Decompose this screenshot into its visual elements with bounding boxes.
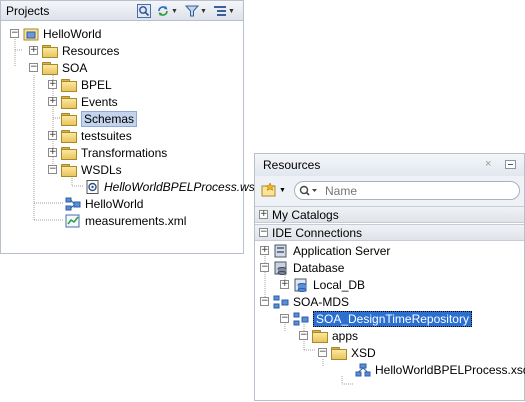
collapse-icon[interactable]: − bbox=[10, 29, 19, 38]
tree-item-resources[interactable]: + Resources bbox=[29, 42, 119, 59]
tree-item-database[interactable]: − Database bbox=[260, 259, 344, 276]
tree-item-helloworld-project[interactable]: − HelloWorld bbox=[10, 25, 101, 42]
tree-item-measurements[interactable]: measurements.xml bbox=[65, 212, 186, 229]
collapse-icon[interactable]: − bbox=[48, 165, 57, 174]
tree-item-label: Events bbox=[81, 94, 118, 109]
tree-item-label: Resources bbox=[62, 43, 120, 58]
tree-item-label: measurements.xml bbox=[85, 213, 187, 228]
tree-item-label: apps bbox=[332, 328, 359, 343]
tree-item-label: Schemas bbox=[81, 110, 138, 127]
collapse-icon[interactable]: − bbox=[299, 331, 308, 340]
expand-icon[interactable]: + bbox=[48, 131, 57, 140]
tree-item-label: WSDLs bbox=[81, 162, 122, 177]
tree-item-transformations[interactable]: + Transformations bbox=[48, 144, 167, 161]
tree-item-soa-designtime-repository[interactable]: − SOA_DesignTimeRepository bbox=[280, 310, 472, 327]
tree-item-apps[interactable]: − apps bbox=[299, 327, 358, 344]
tree-item-label: BPEL bbox=[81, 77, 112, 92]
database-icon bbox=[274, 261, 287, 275]
folder-icon bbox=[61, 112, 77, 126]
db-connection-icon bbox=[294, 278, 307, 292]
folder-icon bbox=[61, 146, 77, 160]
tree-item-label: Transformations bbox=[81, 145, 168, 160]
tree-item-schemas[interactable]: Schemas bbox=[61, 110, 138, 127]
tree-item-xsd[interactable]: − XSD bbox=[318, 344, 376, 361]
folder-icon bbox=[61, 163, 77, 177]
tree-item-label: SOA_DesignTimeRepository bbox=[313, 310, 472, 327]
tree-item-events[interactable]: + Events bbox=[48, 93, 118, 110]
tree-item-label: XSD bbox=[351, 345, 376, 360]
expand-icon[interactable]: + bbox=[280, 280, 289, 289]
tree-item-label: HelloWorld bbox=[85, 196, 144, 211]
tree-item-label: SOA-MDS bbox=[293, 294, 350, 309]
xsd-file-icon bbox=[355, 363, 371, 376]
tree-item-bpel[interactable]: + BPEL bbox=[48, 76, 112, 93]
project-icon bbox=[23, 28, 39, 40]
expand-icon[interactable]: + bbox=[29, 46, 38, 55]
xml-chart-file-icon bbox=[65, 214, 80, 227]
expand-icon[interactable]: + bbox=[48, 148, 57, 157]
tree-item-wsdl-file[interactable]: HelloWorldBPELProcess.wsdl bbox=[86, 178, 264, 195]
folder-icon bbox=[331, 346, 347, 360]
tree-item-testsuites[interactable]: + testsuites bbox=[48, 127, 132, 144]
tree-item-composite[interactable]: HelloWorld bbox=[65, 195, 143, 212]
folder-icon bbox=[61, 129, 77, 143]
tree-item-label: testsuites bbox=[81, 128, 132, 143]
collapse-icon[interactable]: − bbox=[280, 314, 289, 323]
folder-icon bbox=[61, 95, 77, 109]
tree-item-local-db[interactable]: + Local_DB bbox=[280, 276, 365, 293]
composite-icon bbox=[65, 197, 81, 210]
repository-icon bbox=[293, 312, 309, 325]
tree-item-label: HelloWorld bbox=[43, 26, 102, 41]
wsdl-file-icon bbox=[86, 179, 99, 194]
tree-item-wsdls[interactable]: − WSDLs bbox=[48, 161, 122, 178]
tree-item-label: HelloWorldBPELProcess.wsdl bbox=[104, 179, 265, 194]
collapse-icon[interactable]: − bbox=[260, 297, 269, 306]
projects-panel: Projects ▼ ▼ ▼ − HelloWorld + Resources … bbox=[0, 0, 264, 254]
tree-item-label: HelloWorldBPELProcess.xsd bbox=[375, 362, 525, 377]
expand-icon[interactable]: + bbox=[48, 80, 57, 89]
tree-item-label: Application Server bbox=[293, 243, 391, 258]
tree-item-label: Database bbox=[293, 260, 345, 275]
tree-item-soa[interactable]: − SOA bbox=[29, 59, 87, 76]
tree-item-label: Local_DB bbox=[313, 277, 366, 292]
expand-icon[interactable]: + bbox=[48, 97, 57, 106]
collapse-icon[interactable]: − bbox=[29, 63, 38, 72]
tree-item-application-server[interactable]: + Application Server bbox=[260, 242, 390, 259]
collapse-icon[interactable]: − bbox=[260, 263, 269, 272]
tree-item-xsd-file[interactable]: HelloWorldBPELProcess.xsd bbox=[355, 361, 525, 378]
tree-item-soa-mds[interactable]: − SOA-MDS bbox=[260, 293, 349, 310]
resources-panel: Resources × ▼ + My Catalogs − IDE Con bbox=[254, 153, 525, 401]
repository-icon bbox=[273, 295, 289, 308]
server-icon bbox=[274, 244, 287, 257]
folder-icon bbox=[42, 61, 58, 75]
folder-icon bbox=[61, 78, 77, 92]
folder-icon bbox=[42, 44, 58, 58]
expand-icon[interactable]: + bbox=[260, 246, 269, 255]
tree-item-label: SOA bbox=[62, 60, 88, 75]
folder-icon bbox=[312, 329, 328, 343]
collapse-icon[interactable]: − bbox=[318, 348, 327, 357]
